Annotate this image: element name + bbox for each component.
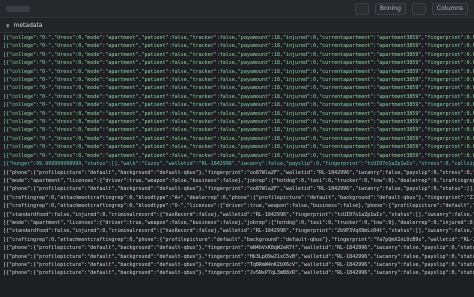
log-line: [{"hunger":99.999999999999,"status":[],"… [3,161,474,168]
log-line: [{"phone":{"profilepicture":"default","b… [3,270,474,277]
log-line: [{"college":"0-","dress":0,"mode":"apart… [3,43,474,50]
log-line: [{"standardfood":false,"injured":0,"crim… [3,228,474,235]
log-line: [{"college":"0-","dress":0,"mode":"apart… [3,152,474,159]
log-line: [{"college":"0-","dress":0,"mode":"apart… [3,144,474,151]
log-line: [{"phone":{"profilepicture":"default","b… [3,245,474,252]
log-line: [{"college":"0-","dress":0,"mode":"apart… [3,102,474,109]
binning-button[interactable]: Bnning [374,3,406,15]
log-line: [{"college":"0-","dress":0,"mode":"apart… [3,51,474,58]
log-line: [{"college":"0-","dress":0,"mode":"apart… [3,60,474,67]
chevron-down-icon[interactable]: ▾ [6,22,10,30]
toolbar-handle[interactable] [6,6,30,12]
log-line: [{"college":"0-","dress":0,"mode":"apart… [3,119,474,126]
log-line: [{"college":"0-","dress":0,"mode":"apart… [3,127,474,134]
log-line: [{"phone":{"profilepicture":"default","b… [3,186,474,193]
log-line: [{"phone":{"profilepicture":"default","b… [3,169,474,176]
log-line: [{"college":"0-","dress":0,"mode":"apart… [3,85,474,92]
log-line: [{"college":"0-","dress":0,"mode":"apart… [3,135,474,142]
metadata-panel-header[interactable]: ▾ metadata [0,19,474,33]
log-line: [{"craftingrep":0,"attachmentcraftingrep… [3,194,474,201]
top-toolbar: Bnning Columns [0,0,474,18]
log-line: [{"mode":"apartment","licenses":{"driver… [3,177,474,184]
panel-title: metadata [13,22,43,29]
filter-button[interactable] [354,3,369,15]
log-line: [{"phone":{"profilepicture":"default","b… [3,261,474,268]
options-button[interactable] [411,3,426,15]
log-line: [{"college":"0-","dress":0,"mode":"apart… [3,93,474,100]
log-line: [{"mode":"apartment","licenses":{"driver… [3,219,474,226]
log-line: [{"craftingrep":0,"attachmentcraftingrep… [3,203,474,210]
log-line: [{"college":"0-","dress":0,"mode":"apart… [3,77,474,84]
log-line: [{"college":"0-","dress":0,"mode":"apart… [3,35,474,41]
columns-button[interactable]: Columns [431,3,468,15]
log-line: [{"phone":{"profilepicture":"default","b… [3,253,474,260]
log-line: [{"college":"0-","dress":0,"mode":"apart… [3,68,474,75]
metadata-log: [{"college":"0-","dress":0,"mode":"apart… [0,34,474,297]
log-line: [{"college":"0-","dress":0,"mode":"apart… [3,110,474,117]
log-line: [{"standardfood":false,"injured":0,"crim… [3,211,474,218]
log-line: [{"craftingrep":0,"attachmentcraftingrep… [3,236,474,243]
toolbar-actions: Bnning Columns [354,3,468,15]
